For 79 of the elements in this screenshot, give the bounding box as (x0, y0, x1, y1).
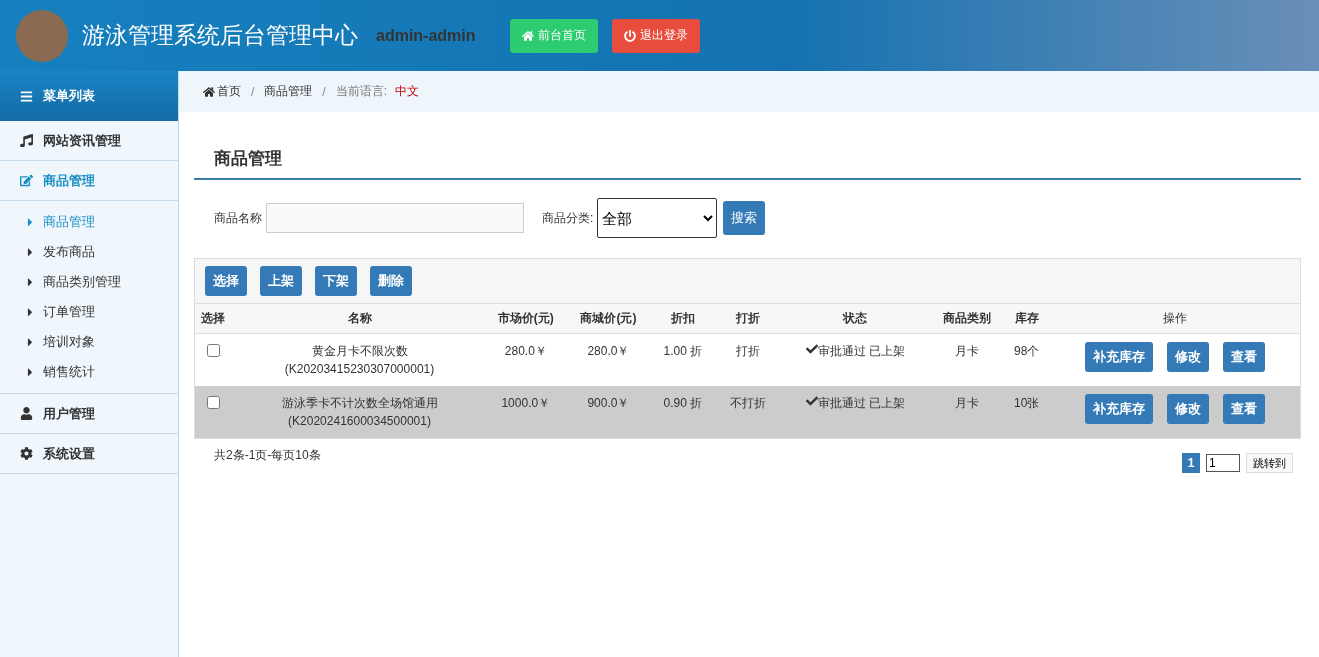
pagination-summary: 共2条-1页-每页10条 (214, 447, 321, 464)
table-cell: 280.0￥ (504, 344, 547, 358)
table-cell: 98个 (1014, 344, 1040, 358)
column-header: 折扣 (670, 311, 695, 325)
check-icon (805, 395, 818, 407)
menu-heading-text: 菜单列表 (43, 87, 95, 105)
row-checkbox[interactable] (207, 396, 220, 409)
gear-icon (20, 447, 33, 460)
jump-button[interactable]: 跳转到 (1246, 453, 1293, 473)
table-cell: 审批通过 已上架 (805, 344, 905, 358)
edit-icon (20, 174, 33, 187)
table-cell: 月卡 (955, 396, 980, 410)
sidebar-item[interactable]: 商品类别管理 (0, 267, 178, 297)
sidebar-item[interactable]: 订单管理 (0, 297, 178, 327)
breadcrumb-link[interactable]: 首页 (203, 83, 241, 100)
table-cell: 打折 (735, 344, 760, 358)
page-link[interactable]: 1 (1182, 453, 1200, 473)
table-cell: 审批通过 已上架 (805, 396, 905, 410)
action-button[interactable]: 上架 (260, 266, 302, 296)
name-input[interactable] (266, 203, 524, 233)
sidebar-group[interactable]: 商品管理 (0, 161, 178, 201)
search-button[interactable]: 搜索 (723, 201, 766, 235)
power-icon (623, 29, 636, 42)
table-cell: 0.90 折 (663, 396, 703, 410)
row-action-button[interactable]: 查看 (1223, 342, 1266, 372)
sidebar-group[interactable]: 网站资讯管理 (0, 121, 178, 161)
sidebar-item[interactable]: 商品管理 (0, 207, 178, 237)
column-header: 库存 (1014, 311, 1039, 325)
table-cell: 900.0￥ (587, 396, 630, 410)
table-cell: 月卡 (955, 344, 980, 358)
table-cell: 1.00 折 (663, 344, 703, 358)
menu-icon (20, 89, 33, 103)
category-label: 商品分类: (542, 209, 594, 227)
row-action-button[interactable]: 补充库存 (1085, 342, 1154, 372)
table-cell: 不打折 (729, 396, 766, 410)
column-header: 打折 (735, 311, 760, 325)
row-action-button[interactable]: 查看 (1223, 394, 1266, 424)
music-note-icon (20, 134, 33, 147)
table-cell: 10张 (1014, 396, 1040, 410)
breadcrumb-separator: / (250, 84, 256, 99)
row-checkbox[interactable] (207, 344, 220, 357)
sidebar-item[interactable]: 培训对象 (0, 327, 178, 357)
action-button[interactable]: 删除 (370, 266, 412, 296)
app-title: 游泳管理系统后台管理中心 (82, 21, 358, 50)
table-cell: 黄金月卡不限次数(K20203415230307000001) (284, 344, 435, 376)
breadcrumb-separator: / (321, 84, 327, 99)
column-header: 选择 (201, 311, 225, 325)
sidebar-item[interactable]: 发布商品 (0, 237, 178, 267)
language-value: 中文 (395, 83, 420, 100)
sidebar-item[interactable]: 销售统计 (0, 357, 178, 387)
home-icon (203, 85, 215, 98)
user-icon (20, 407, 33, 420)
column-header: 商品类别 (943, 311, 992, 325)
table-cell: 游泳季卡不计次数全场馆通用(K2020241600034500001) (281, 396, 438, 428)
row-action-button[interactable]: 补充库存 (1085, 394, 1154, 424)
sidebar-group[interactable]: 用户管理 (0, 394, 178, 434)
page-title: 商品管理 (194, 112, 1301, 180)
page-input[interactable]: 1 (1206, 454, 1240, 472)
logout-button[interactable]: 退出登录 (611, 18, 700, 53)
column-header: 状态 (843, 311, 868, 325)
row-action-button[interactable]: 修改 (1167, 342, 1210, 372)
language-label: 当前语言: (335, 83, 388, 100)
action-button[interactable]: 下架 (315, 266, 357, 296)
check-icon (805, 343, 818, 355)
column-header: 操作 (1163, 311, 1188, 325)
column-header: 商城价(元) (580, 311, 637, 325)
name-label: 商品名称 (214, 209, 262, 227)
sidebar-group[interactable]: 系统设置 (0, 434, 178, 474)
table-cell: 1000.0￥ (501, 396, 551, 410)
column-header: 市场价(元) (497, 311, 554, 325)
user-name: admin-admin (376, 26, 476, 45)
avatar (16, 9, 68, 62)
column-header: 名称 (347, 311, 372, 325)
row-action-button[interactable]: 修改 (1167, 394, 1210, 424)
category-select[interactable]: 全部 (597, 198, 718, 238)
home-icon (521, 29, 534, 42)
breadcrumb-link[interactable]: 商品管理 (264, 83, 313, 100)
action-button[interactable]: 选择 (205, 266, 247, 296)
table-cell: 280.0￥ (587, 344, 630, 358)
